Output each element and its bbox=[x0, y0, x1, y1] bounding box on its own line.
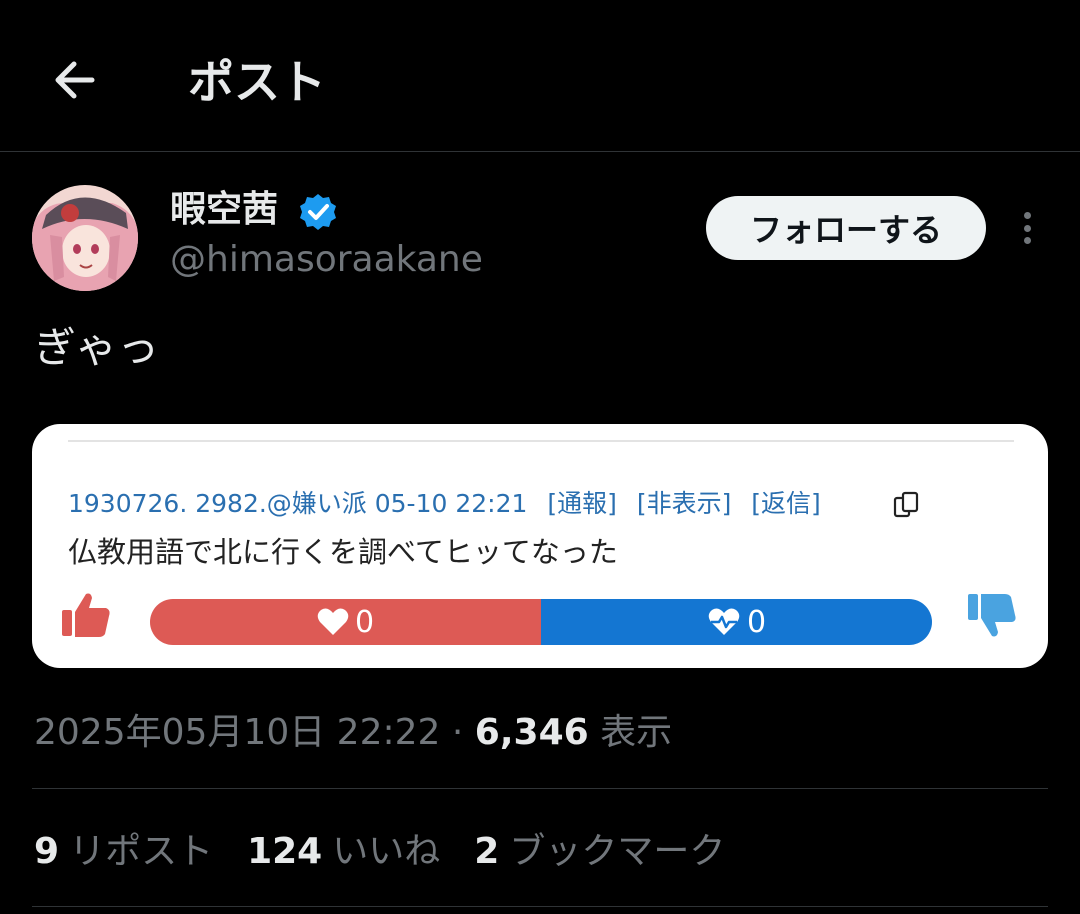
comment-id: 1930726. 2982.@嫌い派 05-10 22:21 bbox=[68, 489, 528, 518]
dislike-count: 0 bbox=[746, 604, 767, 640]
thumbs-up-icon[interactable] bbox=[60, 590, 112, 640]
more-button[interactable] bbox=[1010, 208, 1044, 248]
post-date[interactable]: 2025年05月10日 22:22 bbox=[34, 712, 440, 753]
views-count: 6,346 bbox=[474, 712, 589, 753]
reply-link[interactable]: [返信] bbox=[751, 489, 821, 518]
dislike-vote[interactable]: 0 bbox=[541, 599, 932, 645]
hide-link[interactable]: [非表示] bbox=[637, 489, 732, 518]
copy-icon[interactable] bbox=[892, 490, 922, 520]
report-link[interactable]: [通報] bbox=[547, 489, 617, 518]
vote-bar: 0 0 bbox=[150, 599, 932, 645]
views-label: 表示 bbox=[600, 712, 673, 753]
engagement-stats: 9 リポスト 124 いいね 2 ブックマーク bbox=[34, 828, 725, 876]
likes-stat[interactable]: 124 いいね bbox=[247, 828, 440, 876]
follow-button[interactable]: フォローする bbox=[706, 196, 986, 260]
like-vote[interactable]: 0 bbox=[150, 599, 541, 645]
display-name[interactable]: 暇空茜 bbox=[170, 186, 278, 234]
verified-badge-icon bbox=[300, 194, 336, 230]
likes-count: 124 bbox=[247, 831, 323, 872]
reposts-label: リポスト bbox=[69, 831, 214, 872]
avatar[interactable] bbox=[32, 185, 138, 291]
post-text: ぎゃっ bbox=[34, 323, 160, 372]
bookmarks-label: ブックマーク bbox=[509, 831, 726, 872]
comment-meta: 1930726. 2982.@嫌い派 05-10 22:21 [通報] [非表示… bbox=[68, 486, 833, 522]
timestamp-row: 2025年05月10日 22:22 · 6,346 表示 bbox=[34, 710, 672, 756]
card-divider bbox=[68, 440, 1014, 442]
heart-pulse-icon bbox=[708, 608, 740, 635]
comment-body: 仏教用語で北に行くを調べてヒッてなった bbox=[68, 535, 618, 569]
reposts-stat[interactable]: 9 リポスト bbox=[34, 828, 213, 876]
divider bbox=[32, 788, 1048, 789]
user-handle[interactable]: @himasoraakane bbox=[170, 236, 483, 284]
page-title: ポスト bbox=[188, 55, 326, 109]
bookmarks-stat[interactable]: 2 ブックマーク bbox=[474, 828, 725, 876]
embedded-image-card[interactable]: 1930726. 2982.@嫌い派 05-10 22:21 [通報] [非表示… bbox=[32, 424, 1048, 668]
separator: · bbox=[451, 712, 464, 753]
likes-label: いいね bbox=[332, 831, 441, 872]
back-button[interactable] bbox=[46, 52, 102, 108]
reposts-count: 9 bbox=[34, 831, 60, 872]
thumbs-down-icon[interactable] bbox=[966, 590, 1018, 642]
like-count: 0 bbox=[354, 604, 375, 640]
heart-icon bbox=[317, 608, 349, 635]
header: ポスト bbox=[0, 0, 1080, 152]
back-arrow-icon bbox=[55, 61, 95, 99]
bookmarks-count: 2 bbox=[474, 831, 500, 872]
divider bbox=[32, 906, 1048, 907]
more-icon bbox=[1023, 212, 1031, 219]
